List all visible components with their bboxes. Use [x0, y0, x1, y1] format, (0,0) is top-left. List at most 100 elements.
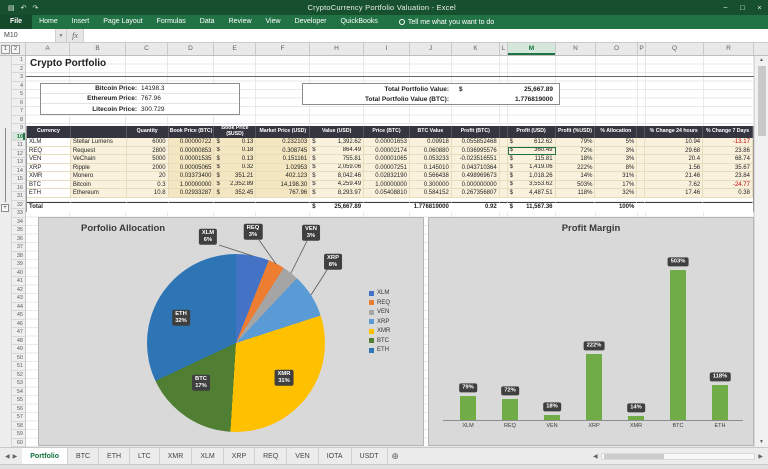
- row-header-46[interactable]: 46: [12, 320, 26, 329]
- cell[interactable]: 17%: [595, 181, 637, 190]
- cell[interactable]: -13.17: [703, 138, 753, 147]
- row-header-59[interactable]: 59: [12, 430, 26, 439]
- cell[interactable]: [500, 189, 508, 198]
- cell[interactable]: [500, 147, 508, 156]
- close-button[interactable]: ×: [751, 0, 768, 15]
- cell[interactable]: 0.00000853: [169, 147, 215, 156]
- row-header-1[interactable]: 1: [12, 56, 26, 65]
- cell[interactable]: 14%: [556, 172, 596, 181]
- cell[interactable]: 0.043710364: [452, 164, 500, 173]
- row-header-39[interactable]: 39: [12, 260, 26, 269]
- cell[interactable]: BTC: [27, 181, 71, 190]
- undo-icon[interactable]: ↶: [21, 4, 27, 12]
- cell[interactable]: 6000: [127, 138, 169, 147]
- column-header-L[interactable]: L: [500, 43, 508, 55]
- cell[interactable]: 68.74: [703, 155, 753, 164]
- row-header-5[interactable]: 5: [12, 90, 26, 99]
- cell[interactable]: $4,487.51: [508, 189, 556, 198]
- cell[interactable]: $0.13: [214, 138, 256, 147]
- row-header-57[interactable]: 57: [12, 413, 26, 422]
- column-header-I[interactable]: I: [364, 43, 410, 55]
- total-cell[interactable]: [71, 202, 127, 212]
- column-header-A[interactable]: A: [26, 43, 70, 55]
- cell[interactable]: 3%: [595, 155, 637, 164]
- column-header-C[interactable]: C: [126, 43, 168, 55]
- cell[interactable]: 32%: [595, 189, 637, 198]
- sheet-tab-eth[interactable]: ETH: [99, 448, 130, 464]
- cell[interactable]: [500, 172, 508, 181]
- scroll-up-icon[interactable]: ▲: [759, 56, 764, 65]
- row-header-8[interactable]: 8: [12, 116, 26, 125]
- insert-function-icon[interactable]: fx: [67, 29, 83, 42]
- cell[interactable]: 2800: [127, 147, 169, 156]
- cell[interactable]: $352.45: [214, 189, 256, 198]
- cell[interactable]: 0.036995576: [452, 147, 500, 156]
- cell[interactable]: Ethereum: [71, 189, 127, 198]
- ribbon-tab-view[interactable]: View: [259, 15, 288, 29]
- cell[interactable]: 21.46: [645, 172, 703, 181]
- cell[interactable]: 1.00000000: [364, 181, 410, 190]
- cell[interactable]: 0.03373400: [169, 172, 215, 181]
- cell[interactable]: 0.05408810: [364, 189, 410, 198]
- row-header-49[interactable]: 49: [12, 345, 26, 354]
- column-header-P[interactable]: P: [638, 43, 646, 55]
- row-header-56[interactable]: 56: [12, 405, 26, 414]
- column-header-D[interactable]: D: [168, 43, 214, 55]
- cell[interactable]: 0.000000000: [452, 181, 500, 190]
- sheet-tab-xlm[interactable]: XLM: [192, 448, 223, 464]
- total-cell[interactable]: [364, 202, 410, 212]
- outline-level-2-button[interactable]: 2: [11, 45, 20, 54]
- cell[interactable]: 0.232103: [256, 138, 310, 147]
- column-header-K[interactable]: K: [452, 43, 500, 55]
- row-header-44[interactable]: 44: [12, 303, 26, 312]
- row-header-48[interactable]: 48: [12, 337, 26, 346]
- cell[interactable]: $8,042.46: [310, 172, 364, 181]
- cell[interactable]: 2000: [127, 164, 169, 173]
- row-header-32[interactable]: 32: [12, 201, 26, 210]
- row-header-33[interactable]: 33: [12, 209, 26, 218]
- row-header-3[interactable]: 3: [12, 73, 26, 82]
- cell[interactable]: 1.00000000: [169, 181, 215, 190]
- outline-expand-button[interactable]: +: [1, 204, 9, 212]
- cell[interactable]: 20: [127, 172, 169, 181]
- cell[interactable]: 0.308745: [256, 147, 310, 156]
- cell[interactable]: 0.145010: [410, 164, 452, 173]
- cell[interactable]: 31%: [595, 172, 637, 181]
- cell[interactable]: 0.38: [703, 189, 753, 198]
- cell[interactable]: XLM: [27, 138, 71, 147]
- column-header-F[interactable]: F: [256, 43, 310, 55]
- total-cell[interactable]: $25,667.89: [310, 202, 364, 212]
- cell[interactable]: 0.055852468: [452, 138, 500, 147]
- redo-icon[interactable]: ↷: [33, 4, 39, 12]
- ribbon-tab-file[interactable]: File: [0, 15, 32, 29]
- ribbon-tab-developer[interactable]: Developer: [288, 15, 334, 29]
- cell[interactable]: 0.00002174: [364, 147, 410, 156]
- cell[interactable]: $1,392.62: [310, 138, 364, 147]
- row-header-10[interactable]: 10: [12, 133, 26, 142]
- cell[interactable]: 0.498969673: [452, 172, 500, 181]
- total-cell[interactable]: [127, 202, 169, 212]
- scroll-down-icon[interactable]: ▼: [759, 438, 764, 447]
- cell[interactable]: $0.13: [214, 155, 256, 164]
- total-cell[interactable]: 100%: [595, 202, 637, 212]
- cell[interactable]: $8,293.97: [310, 189, 364, 198]
- new-sheet-button[interactable]: ⊕: [388, 448, 403, 464]
- cell[interactable]: 222%: [556, 164, 596, 173]
- cell[interactable]: 5000: [127, 155, 169, 164]
- tab-scroll-left-icon[interactable]: ◀: [5, 453, 10, 460]
- cell[interactable]: 1.02953: [256, 164, 310, 173]
- row-header-13[interactable]: 13: [12, 158, 26, 167]
- row-header-37[interactable]: 37: [12, 243, 26, 252]
- cell[interactable]: [637, 155, 645, 164]
- cell[interactable]: 0.00001653: [364, 138, 410, 147]
- cell[interactable]: $2,059.06: [310, 164, 364, 173]
- cell[interactable]: $351.21: [214, 172, 256, 181]
- cell[interactable]: $1,419.06: [508, 164, 556, 173]
- cell[interactable]: 5%: [595, 138, 637, 147]
- maximize-button[interactable]: □: [734, 0, 751, 15]
- cell[interactable]: 3%: [595, 147, 637, 156]
- cell[interactable]: 10.8: [127, 189, 169, 198]
- cell[interactable]: 402.123: [256, 172, 310, 181]
- row-header-7[interactable]: 7: [12, 107, 26, 116]
- row-header-41[interactable]: 41: [12, 277, 26, 286]
